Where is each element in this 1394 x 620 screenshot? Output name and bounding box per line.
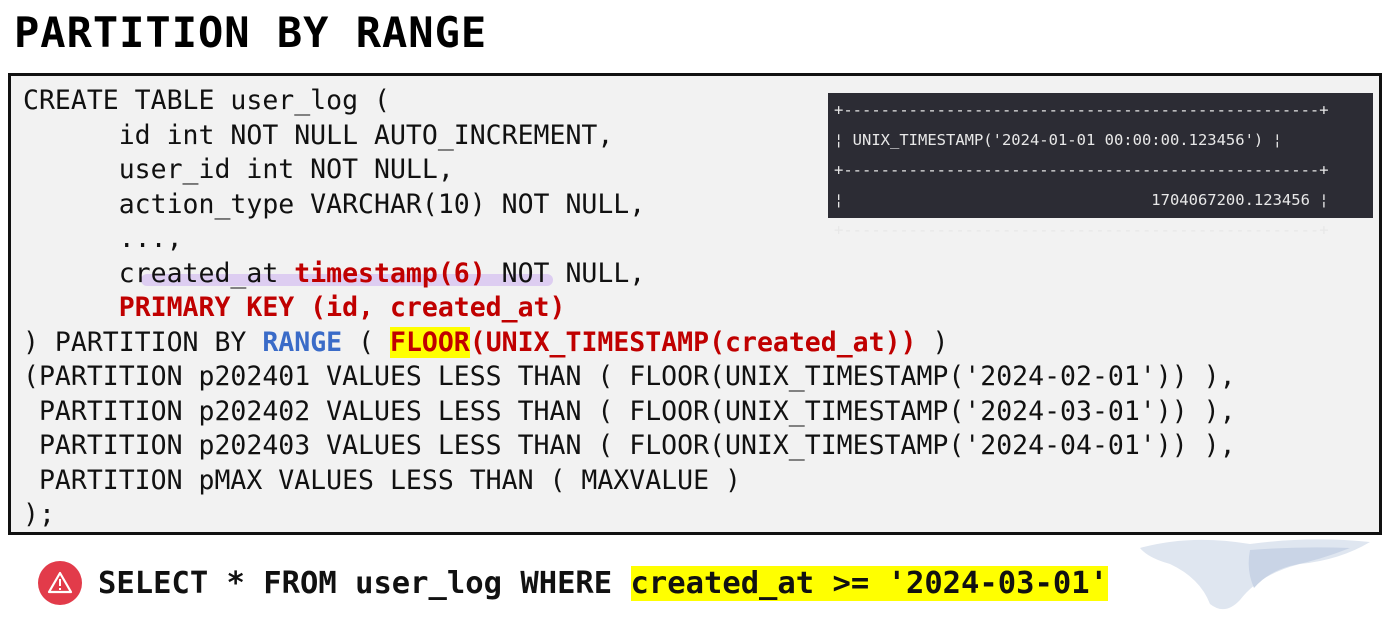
example-query: SELECT * FROM user_log WHERE created_at … (38, 560, 1108, 606)
partition-p202401: (PARTITION p202401 VALUES LESS THAN ( FL… (23, 361, 1236, 392)
result-border-bottom: +---------------------------------------… (834, 221, 1329, 239)
page-title: PARTITION BY RANGE (14, 8, 488, 57)
range-keyword: RANGE (262, 326, 343, 358)
result-border-mid: +---------------------------------------… (834, 161, 1329, 179)
code-line-13: ); (23, 499, 55, 530)
column-type-timestamp: timestamp(6) (294, 257, 486, 289)
partition-p202402: PARTITION p202402 VALUES LESS THAN ( FLO… (23, 395, 1236, 427)
column-name-created-at: created_at (23, 257, 295, 289)
code-line-6: created_at timestamp(6) NOT NULL, (23, 257, 1236, 292)
partition-pmax: PARTITION pMAX VALUES LESS THAN ( MAXVAL… (23, 464, 741, 496)
sql-code-block: CREATE TABLE user_log ( id int NOT NULL … (8, 73, 1382, 535)
result-border-top: +---------------------------------------… (834, 101, 1329, 119)
partition-by-text: ) PARTITION BY (23, 326, 263, 358)
paren-open: ( (342, 326, 390, 358)
floor-function: FLOOR (389, 326, 470, 358)
query-prefix: SELECT * FROM user_log WHERE (98, 565, 631, 601)
primary-key-clause: PRIMARY KEY (id, created_at) (118, 292, 566, 323)
query-condition: created_at >= '2024-03-01' (630, 565, 1108, 601)
column-constraint: NOT NULL, (485, 257, 646, 289)
result-table: +---------------------------------------… (828, 93, 1373, 245)
warning-triangle-icon (38, 561, 82, 605)
unix-timestamp-expression: (UNIX_TIMESTAMP(created_at)) (469, 326, 917, 358)
code-line-7: PRIMARY KEY (id, created_at) (23, 291, 1236, 326)
paren-close: ) (916, 326, 949, 358)
query-result-box: +---------------------------------------… (828, 93, 1373, 239)
code-line-8: ) PARTITION BY RANGE ( FLOOR(UNIX_TIMEST… (23, 326, 1236, 361)
result-header: ¦ UNIX_TIMESTAMP('2024-01-01 00:00:00.12… (834, 131, 1282, 149)
decorative-shape (1140, 539, 1370, 610)
select-query: SELECT * FROM user_log WHERE created_at … (98, 565, 1108, 601)
partition-p202403: PARTITION p202403 VALUES LESS THAN ( FLO… (23, 430, 1236, 461)
result-value: ¦ 1704067200.123456 ¦ (834, 191, 1329, 209)
